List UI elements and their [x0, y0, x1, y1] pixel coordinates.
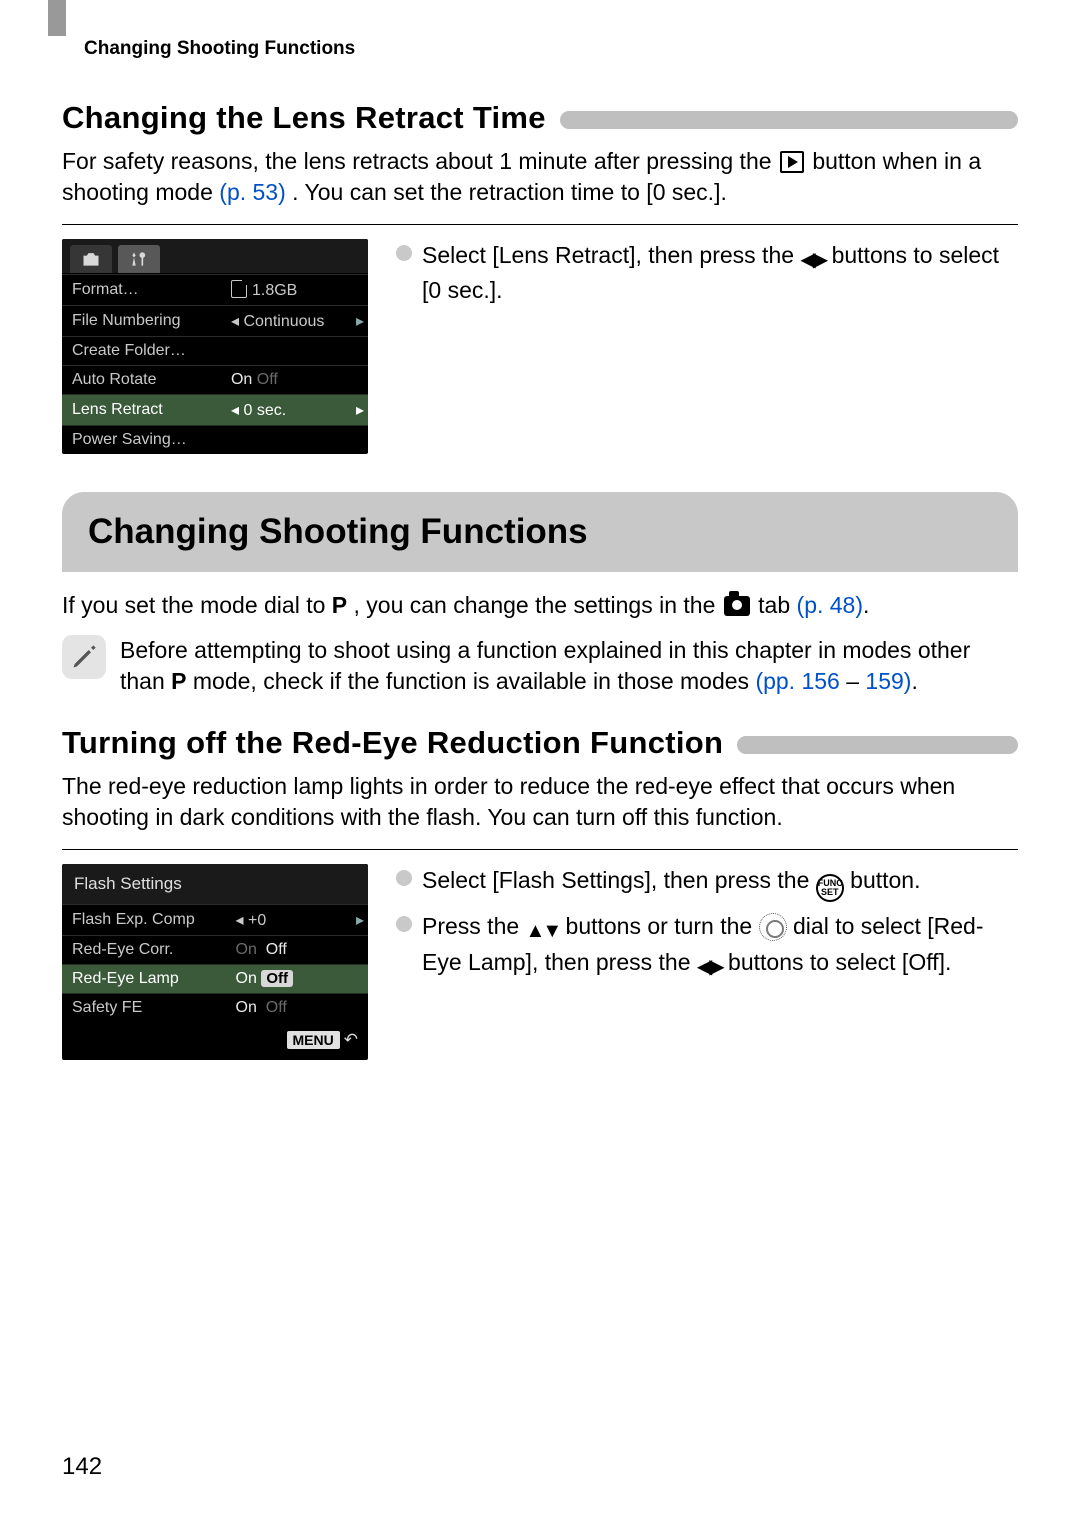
- bullet-icon: [396, 870, 412, 886]
- menu-row-flash-exp-comp: Flash Exp. Comp ◂ +0 ▸: [62, 905, 368, 936]
- lcd-title: Flash Settings: [62, 864, 368, 904]
- text-fragment: tab: [758, 592, 796, 618]
- instruction-red-eye-lamp: Press the buttons or turn the dial to se…: [396, 910, 1018, 980]
- red-eye-body: The red-eye reduction lamp lights in ord…: [62, 771, 1018, 833]
- rule: [62, 849, 1018, 850]
- shooting-functions-intro: If you set the mode dial to P , you can …: [62, 590, 1018, 621]
- tab-shooting-icon: [70, 245, 112, 273]
- page-ref-53[interactable]: (p. 53): [219, 179, 285, 205]
- bullet-icon: [396, 916, 412, 932]
- return-arrow-icon: ↶: [344, 1030, 358, 1049]
- text-fragment: buttons or turn the: [566, 913, 759, 939]
- off-highlight-box: Off: [261, 970, 293, 987]
- text-fragment: Press the: [422, 913, 526, 939]
- tab-tools-icon: [118, 245, 160, 273]
- text-fragment: .: [911, 668, 917, 694]
- camera-screen-setup-menu: Format… 1.8GB File Numbering ◂ Continuou…: [62, 239, 368, 454]
- instruction-flash-settings: Select [Flash Settings], then press the …: [396, 864, 1018, 902]
- right-arrow-icon: ▸: [352, 905, 368, 936]
- section-title-text: Turning off the Red-Eye Reduction Functi…: [62, 725, 723, 761]
- menu-row-format: Format… 1.8GB: [62, 275, 368, 306]
- text-fragment: , you can change the settings in the: [354, 592, 722, 618]
- menu-row-file-numbering: File Numbering ◂ Continuous ▸: [62, 306, 368, 337]
- text-fragment: buttons to select [Off].: [728, 949, 951, 975]
- page-ref-159[interactable]: 159): [865, 668, 911, 694]
- text-fragment: For safety reasons, the lens retracts ab…: [62, 148, 778, 174]
- menu-row-auto-rotate: Auto Rotate On Off: [62, 366, 368, 395]
- text-fragment: button.: [850, 867, 920, 893]
- section-title-red-eye: Turning off the Red-Eye Reduction Functi…: [62, 725, 1018, 761]
- left-right-buttons-icon: [800, 242, 825, 274]
- text-fragment: . You can set the retraction time to [0 …: [292, 179, 727, 205]
- text-fragment: Select [Lens Retract], then press the: [422, 242, 800, 268]
- left-arrow-icon: ◂: [231, 402, 243, 419]
- text-fragment: mode, check if the function is available…: [193, 668, 756, 694]
- section-banner-shooting-functions: Changing Shooting Functions: [62, 492, 1018, 572]
- note-callout: Before attempting to shoot using a funct…: [62, 635, 1018, 697]
- running-head: Changing Shooting Functions: [84, 38, 1018, 60]
- note-pencil-icon: [62, 635, 106, 679]
- camera-tab-icon: [724, 596, 750, 616]
- section-title-bar: [737, 736, 1018, 754]
- text-fragment: If you set the mode dial to: [62, 592, 332, 618]
- control-dial-icon: [759, 913, 787, 941]
- menu-row-lens-retract: Lens Retract ◂ 0 sec. ▸: [62, 395, 368, 426]
- left-arrow-icon: ◂: [236, 912, 248, 929]
- camera-screen-flash-settings: Flash Settings Flash Exp. Comp ◂ +0 ▸ Re…: [62, 864, 368, 1060]
- menu-row-safety-fe: Safety FE On Off: [62, 994, 368, 1023]
- text-fragment: Select [Flash Settings], then press the: [422, 867, 816, 893]
- page-ref-48[interactable]: (p. 48): [797, 592, 863, 618]
- playback-button-icon: [780, 151, 804, 173]
- page-ref-156[interactable]: (pp. 156: [755, 668, 839, 694]
- page-number: 142: [62, 1453, 102, 1481]
- menu-return: MENU↶: [62, 1022, 368, 1060]
- text-fragment: –: [840, 668, 866, 694]
- section-title-text: Changing the Lens Retract Time: [62, 100, 546, 136]
- right-arrow-icon: ▸: [352, 395, 368, 426]
- mode-p-icon: P: [332, 592, 347, 618]
- section-title-lens-retract: Changing the Lens Retract Time: [62, 100, 1018, 136]
- mode-p-icon: P: [171, 668, 186, 694]
- section-title-bar: [560, 111, 1018, 129]
- menu-row-red-eye-corr: Red-Eye Corr. On Off: [62, 936, 368, 965]
- menu-row-red-eye-lamp: Red-Eye Lamp On Off: [62, 965, 368, 994]
- menu-row-create-folder: Create Folder…: [62, 337, 368, 366]
- right-arrow-icon: ▸: [352, 306, 368, 337]
- left-arrow-icon: ◂: [231, 313, 243, 330]
- instruction-lens-retract: Select [Lens Retract], then press the bu…: [396, 239, 1018, 306]
- func-set-button-icon: FUNCSET: [816, 874, 844, 902]
- page-tab: [48, 0, 66, 36]
- bullet-icon: [396, 245, 412, 261]
- menu-row-power-saving: Power Saving…: [62, 426, 368, 455]
- lens-retract-body: For safety reasons, the lens retracts ab…: [62, 146, 1018, 208]
- rule: [62, 224, 1018, 225]
- left-right-buttons-icon: [697, 949, 722, 981]
- sd-card-icon: [231, 280, 247, 298]
- menu-badge: MENU: [287, 1031, 340, 1049]
- text-fragment: .: [863, 592, 869, 618]
- up-down-buttons-icon: [526, 913, 560, 945]
